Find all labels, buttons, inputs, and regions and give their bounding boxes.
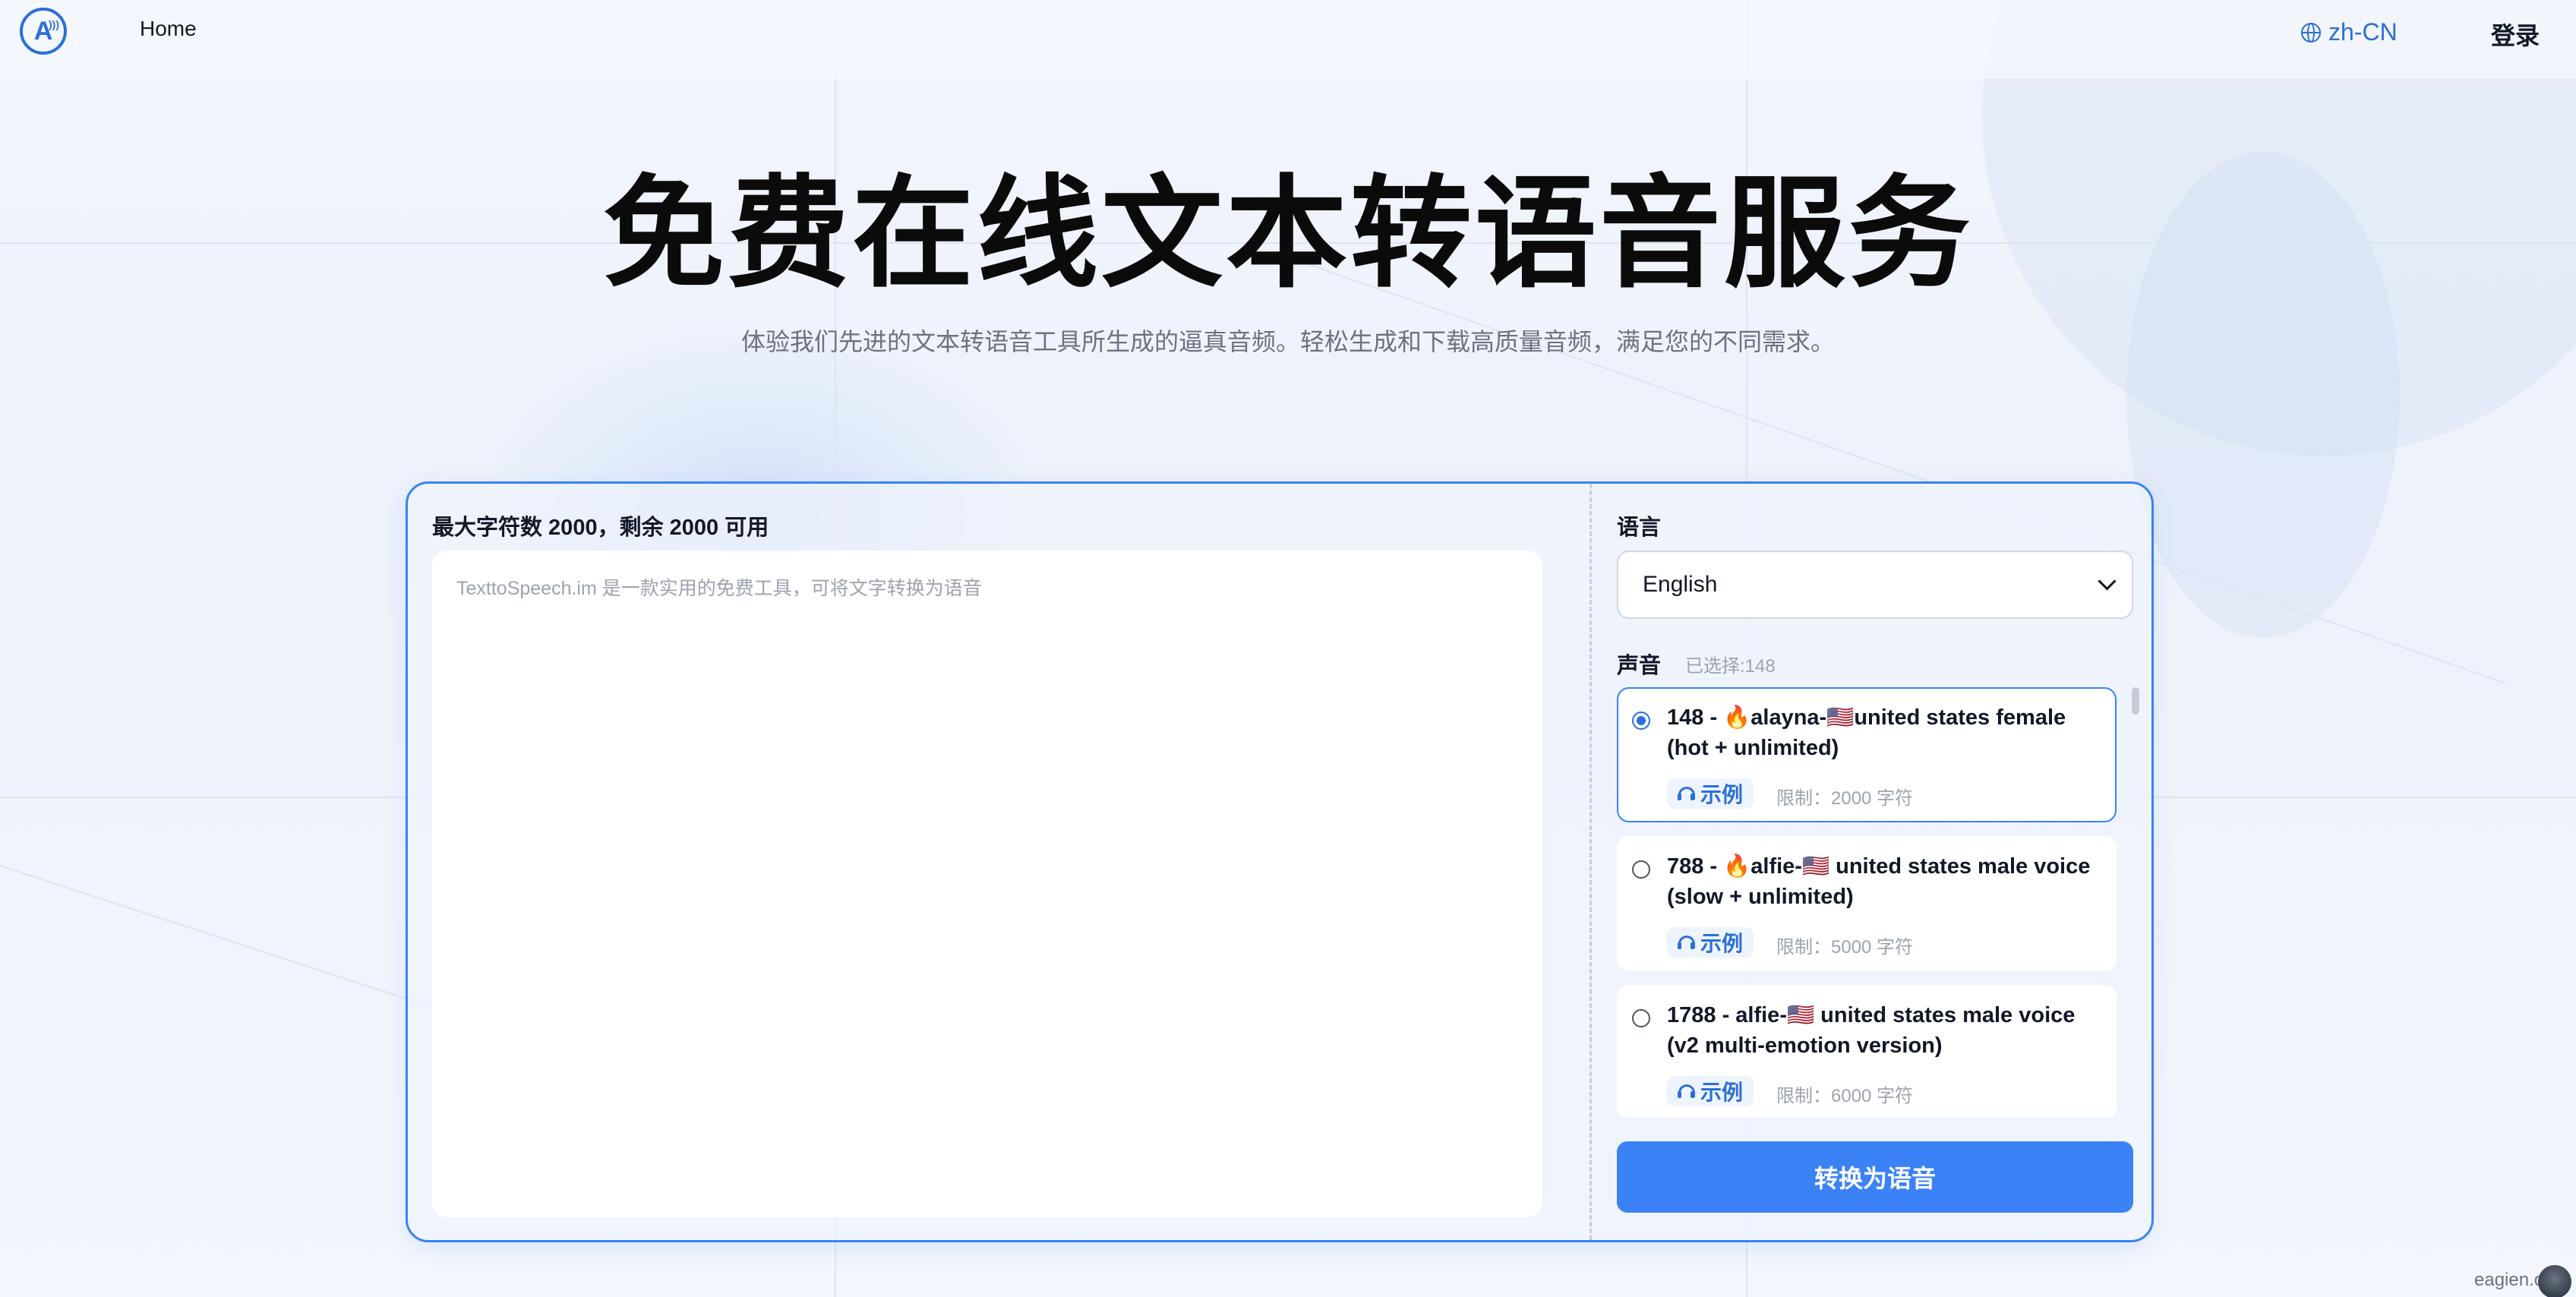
- text-input[interactable]: [432, 551, 1542, 1217]
- convert-to-speech-button[interactable]: 转换为语音: [1617, 1141, 2133, 1213]
- voice-radio[interactable]: [1632, 712, 1650, 730]
- login-button[interactable]: 登录: [2491, 17, 2540, 52]
- voice-option[interactable]: 1788 - alfie-🇺🇸 united states male voice…: [1617, 985, 2117, 1117]
- language-switcher-label: zh-CN: [2328, 18, 2398, 46]
- page-title: 免费在线文本转语音服务: [602, 166, 1973, 301]
- language-select-value: English: [1643, 572, 1718, 597]
- language-switcher[interactable]: zh-CN: [2301, 18, 2398, 46]
- nav-home-link[interactable]: Home: [140, 17, 197, 41]
- voice-option[interactable]: 148 - 🔥alayna-🇺🇸united states female (ho…: [1617, 687, 2117, 822]
- text-input-pane: 最大字符数 2000，剩余 2000 可用: [408, 484, 1589, 1240]
- page-subtitle: 体验我们先进的文本转语音工具所生成的逼真音频。轻松生成和下载高质量音频，满足您的…: [740, 328, 1835, 355]
- voice-char-limit: 限制：6000 字符: [1776, 1086, 1914, 1106]
- logo-icon[interactable]: A ))): [20, 8, 67, 55]
- pane-divider: [1589, 484, 1592, 1240]
- char-limit-text: 最大字符数 2000，剩余 2000 可用: [432, 516, 769, 540]
- language-label: 语言: [1617, 516, 1662, 540]
- sound-wave-icon: ))): [49, 18, 59, 30]
- voice-demo-button[interactable]: 示例: [1667, 927, 1754, 958]
- scroll-thumb[interactable]: [2132, 687, 2139, 715]
- voice-demo-label: 示例: [1700, 1081, 1744, 1104]
- voice-selected-count: 已选择:148: [1685, 656, 1776, 677]
- headphones-icon: [1678, 1084, 1695, 1098]
- voice-name: 148 - 🔥alayna-🇺🇸united states female (ho…: [1667, 705, 2066, 760]
- voice-label: 声音: [1617, 654, 1662, 678]
- headphones-icon: [1678, 787, 1695, 800]
- voice-list-scrollbar[interactable]: [2132, 687, 2139, 1117]
- watermark-text: eagien.c: [2474, 1270, 2543, 1290]
- voice-demo-label: 示例: [1700, 783, 1744, 806]
- tts-card: 最大字符数 2000，剩余 2000 可用 语言 English 声音 已选择:…: [406, 481, 2154, 1242]
- voice-name: 1788 - alfie-🇺🇸 united states male voice…: [1667, 1003, 2076, 1058]
- settings-pane: 语言 English 声音 已选择:148 148 - 🔥alayna-🇺🇸un…: [1594, 484, 2151, 1240]
- voice-option[interactable]: 788 - 🔥alfie-🇺🇸 united states male voice…: [1617, 836, 2117, 971]
- voice-radio[interactable]: [1632, 860, 1650, 879]
- voice-list[interactable]: 148 - 🔥alayna-🇺🇸united states female (ho…: [1617, 687, 2124, 1117]
- headphones-icon: [1678, 936, 1695, 949]
- voice-name: 788 - 🔥alfie-🇺🇸 united states male voice…: [1667, 854, 2091, 909]
- voice-demo-label: 示例: [1700, 932, 1744, 955]
- voice-char-limit: 限制：5000 字符: [1776, 937, 1914, 958]
- voice-radio[interactable]: [1632, 1009, 1650, 1027]
- voice-demo-button[interactable]: 示例: [1667, 778, 1754, 809]
- top-nav: A ))) Home zh-CN 登录: [0, 0, 2576, 79]
- chevron-down-icon: [2098, 572, 2117, 591]
- globe-icon: [2301, 22, 2321, 43]
- page: A ))) Home zh-CN 登录 免费在线文本转语音服务 体验我们先进的文…: [0, 0, 2576, 1297]
- voice-char-limit: 限制：2000 字符: [1776, 788, 1914, 809]
- avatar[interactable]: [2538, 1265, 2571, 1297]
- language-select[interactable]: English: [1617, 551, 2133, 619]
- voice-demo-button[interactable]: 示例: [1667, 1076, 1754, 1106]
